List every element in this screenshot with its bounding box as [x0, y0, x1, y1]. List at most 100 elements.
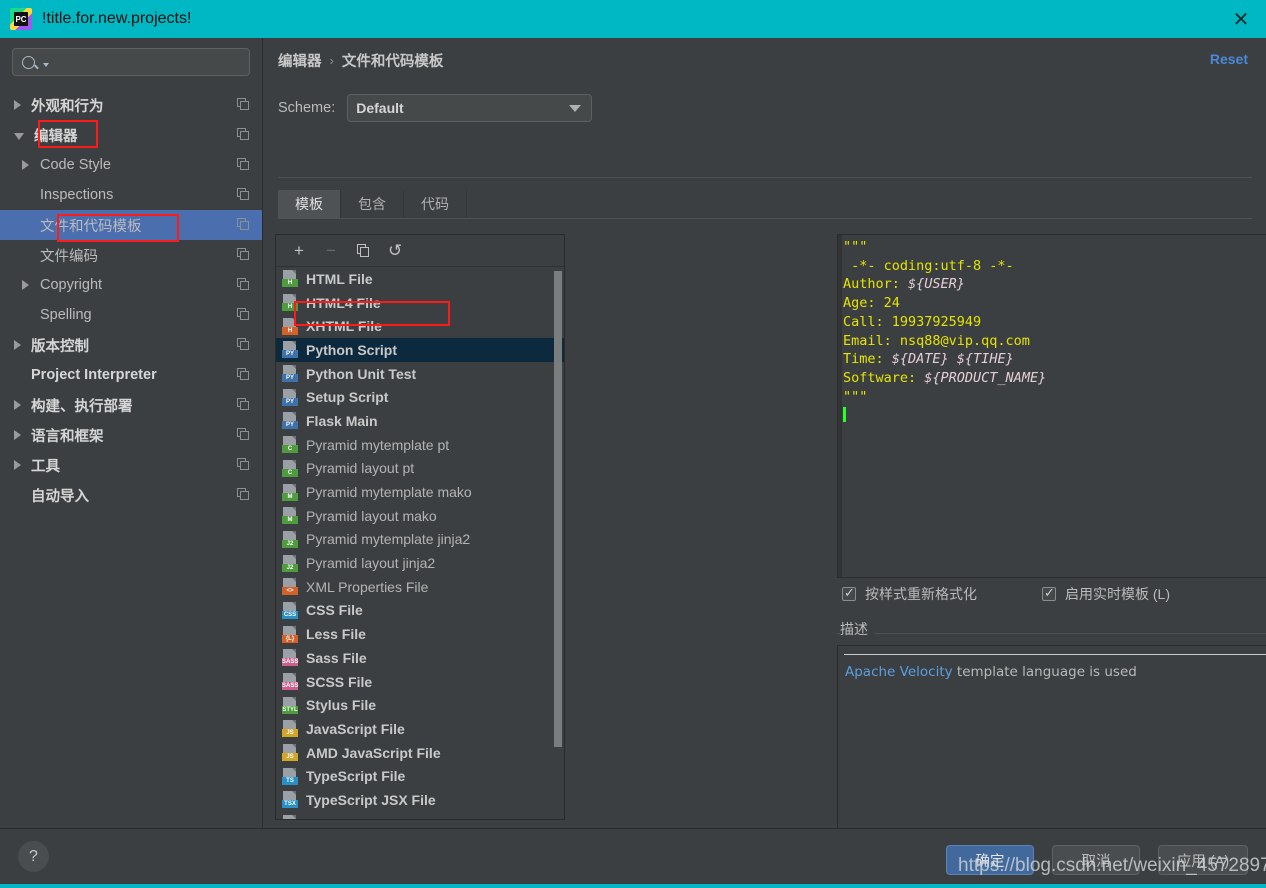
list-item[interactable]: PYFlask Main: [276, 409, 564, 433]
tab-underline: [278, 218, 1252, 219]
pycharm-icon: PC: [10, 8, 32, 30]
search-dropdown-icon[interactable]: [43, 63, 49, 67]
breadcrumb-item-0[interactable]: 编辑器: [278, 50, 322, 71]
list-item[interactable]: SASSSass File: [276, 646, 564, 670]
list-item[interactable]: HHTML File: [276, 267, 564, 291]
list-item[interactable]: PYSetup Script: [276, 385, 564, 409]
copy-icon[interactable]: [237, 308, 250, 321]
sidebar-item-11[interactable]: 语言和框架: [0, 420, 262, 450]
chevron-right-icon[interactable]: [14, 340, 21, 350]
reset-template-button[interactable]: ↻: [382, 239, 408, 263]
copy-icon[interactable]: [237, 398, 250, 411]
list-item[interactable]: JSJavaScript File: [276, 717, 564, 741]
live-template-checkbox[interactable]: [1042, 587, 1056, 601]
template-list-scrollbar-thumb[interactable]: [554, 271, 562, 747]
sidebar-item-label: Copyright: [40, 277, 102, 293]
list-item[interactable]: HXHTML File: [276, 314, 564, 338]
copy-template-button[interactable]: [350, 239, 376, 263]
list-item-label: Python Unit Test: [306, 366, 416, 382]
copy-icon[interactable]: [237, 278, 250, 291]
chevron-right-icon[interactable]: [14, 460, 21, 470]
sidebar-item-8[interactable]: 版本控制: [0, 330, 262, 360]
sidebar-item-2[interactable]: Code Style: [0, 150, 262, 180]
copy-icon[interactable]: [237, 368, 250, 381]
copy-icon[interactable]: [237, 128, 250, 141]
help-button[interactable]: ?: [18, 841, 49, 872]
sidebar-item-10[interactable]: 构建、执行部署: [0, 390, 262, 420]
list-item[interactable]: {}tsconfig.json: [276, 812, 564, 819]
sidebar-item-9[interactable]: Project Interpreter: [0, 360, 262, 390]
list-item[interactable]: J2Pyramid mytemplate jinja2: [276, 528, 564, 552]
search-input[interactable]: [55, 55, 243, 70]
copy-icon[interactable]: [237, 98, 250, 111]
reformat-checkbox[interactable]: [842, 587, 856, 601]
list-item[interactable]: SASSSCSS File: [276, 670, 564, 694]
sidebar-item-7[interactable]: Spelling: [0, 300, 262, 330]
list-item[interactable]: PY Python Unit Test: [276, 362, 564, 386]
list-item[interactable]: MPyramid layout mako: [276, 504, 564, 528]
sidebar-item-4[interactable]: 文件和代码模板: [0, 210, 262, 240]
reformat-checkbox-row[interactable]: 按样式重新格式化: [842, 584, 977, 604]
copy-icon[interactable]: [237, 488, 250, 501]
chevron-right-icon[interactable]: [22, 160, 29, 170]
scheme-select-value: Default: [356, 100, 403, 116]
file-type-icon: PY: [282, 365, 299, 382]
sidebar-item-1[interactable]: 编辑器: [0, 120, 262, 150]
code-line: Email: nsq88@vip.qq.com: [843, 332, 1266, 351]
list-item[interactable]: MPyramid mytemplate mako: [276, 480, 564, 504]
scheme-select[interactable]: Default: [347, 94, 592, 122]
list-item[interactable]: PYPython Script: [276, 338, 564, 362]
live-template-checkbox-row[interactable]: 启用实时模板 (L): [1042, 584, 1170, 604]
sidebar-item-5[interactable]: 文件编码: [0, 240, 262, 270]
template-editor[interactable]: """ -*- coding:utf-8 -*-Author: ${USER}A…: [837, 234, 1266, 578]
chevron-right-icon[interactable]: [14, 430, 21, 440]
window-title: !title.for.new.projects!: [42, 10, 191, 28]
copy-icon[interactable]: [237, 248, 250, 261]
apache-velocity-link[interactable]: Apache Velocity: [845, 664, 953, 680]
tab-0[interactable]: 模板: [278, 190, 341, 218]
list-item[interactable]: JSAMD JavaScript File: [276, 741, 564, 765]
list-item[interactable]: TSTypeScript File: [276, 764, 564, 788]
sidebar-item-0[interactable]: 外观和行为: [0, 90, 262, 120]
copy-icon[interactable]: [237, 428, 250, 441]
list-item[interactable]: CPyramid layout pt: [276, 457, 564, 481]
list-item[interactable]: STYLStylus File: [276, 693, 564, 717]
list-item[interactable]: <>XML Properties File: [276, 575, 564, 599]
reset-link[interactable]: Reset: [1210, 51, 1248, 67]
chevron-right-icon[interactable]: [14, 100, 21, 110]
template-editor-code[interactable]: """ -*- coding:utf-8 -*-Author: ${USER}A…: [843, 238, 1266, 425]
file-type-icon: SASS: [282, 673, 299, 690]
list-item[interactable]: HHTML4 File: [276, 291, 564, 315]
file-type-icon: STYL: [282, 697, 299, 714]
list-item-label: Sass File: [306, 650, 367, 666]
list-item[interactable]: TSXTypeScript JSX File: [276, 788, 564, 812]
file-type-icon: H: [282, 294, 299, 311]
chevron-right-icon[interactable]: [14, 400, 21, 410]
tab-2[interactable]: 代码: [404, 190, 467, 218]
search-area: [0, 38, 262, 76]
copy-icon[interactable]: [237, 158, 250, 171]
file-type-icon: H: [282, 270, 299, 287]
list-item[interactable]: CPyramid mytemplate pt: [276, 433, 564, 457]
list-item-label: XML Properties File: [306, 579, 428, 595]
chevron-right-icon[interactable]: [22, 280, 29, 290]
settings-tree: 外观和行为编辑器Code StyleInspections文件和代码模板文件编码…: [0, 90, 262, 510]
close-icon[interactable]: ✕: [1216, 0, 1266, 38]
search-box[interactable]: [12, 48, 250, 76]
list-item[interactable]: CSSCSS File: [276, 599, 564, 623]
tab-1[interactable]: 包含: [341, 190, 404, 218]
sidebar-item-12[interactable]: 工具: [0, 450, 262, 480]
tree-spacer: [22, 190, 29, 200]
copy-icon[interactable]: [237, 338, 250, 351]
sidebar-item-13[interactable]: 自动导入: [0, 480, 262, 510]
sidebar-item-6[interactable]: Copyright: [0, 270, 262, 300]
file-type-icon: PY: [282, 341, 299, 358]
copy-icon[interactable]: [237, 188, 250, 201]
chevron-down-icon[interactable]: [14, 133, 24, 140]
list-item[interactable]: {L}Less File: [276, 622, 564, 646]
list-item[interactable]: J2Pyramid layout jinja2: [276, 551, 564, 575]
copy-icon[interactable]: [237, 218, 250, 231]
sidebar-item-3[interactable]: Inspections: [0, 180, 262, 210]
copy-icon[interactable]: [237, 458, 250, 471]
add-template-button[interactable]: +: [286, 239, 312, 263]
